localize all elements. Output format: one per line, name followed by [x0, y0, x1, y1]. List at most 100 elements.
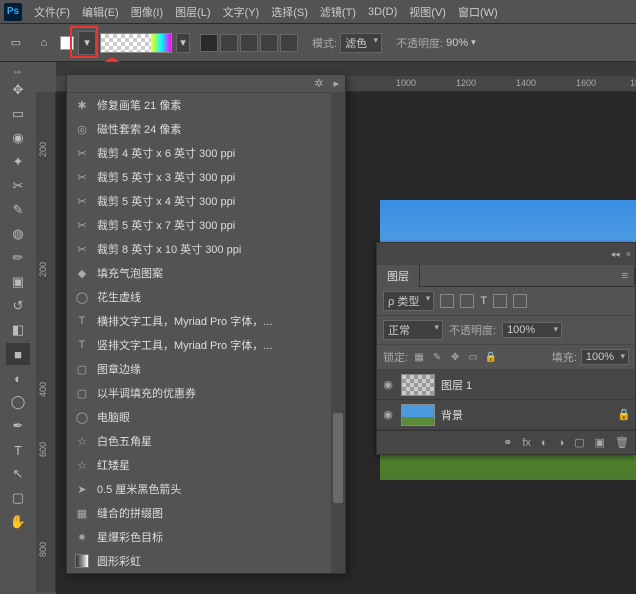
- preset-item[interactable]: T竖排文字工具，Myriad Pro 字体，...: [67, 333, 345, 357]
- preset-item[interactable]: ☆白色五角星: [67, 429, 345, 453]
- gear-icon[interactable]: ✲: [314, 77, 323, 90]
- filter-pixel-icon[interactable]: [440, 294, 454, 308]
- preset-item[interactable]: ✂裁剪 5 英寸 x 3 英寸 300 ppi: [67, 165, 345, 189]
- link-icon[interactable]: ⚭: [503, 436, 512, 449]
- mask-icon[interactable]: ◐: [541, 437, 548, 449]
- opacity-value[interactable]: 90%: [446, 37, 468, 49]
- gradient-preset-dropdown[interactable]: ▾: [78, 31, 96, 55]
- linear-gradient[interactable]: [200, 34, 218, 52]
- layer-item[interactable]: ◉ 图层 1: [377, 370, 635, 400]
- lock-position-icon[interactable]: ✎: [430, 350, 444, 364]
- menu-select[interactable]: 选择(S): [265, 1, 314, 23]
- blend-mode-select[interactable]: 正常: [383, 320, 443, 340]
- gradient-swatch[interactable]: [60, 36, 74, 50]
- history-brush-tool[interactable]: ↺: [6, 295, 30, 317]
- menu-type[interactable]: 文字(Y): [217, 1, 266, 23]
- preset-item[interactable]: ▢以半调填充的优惠券: [67, 381, 345, 405]
- lock-all-icon[interactable]: 🔒: [484, 350, 498, 364]
- menu-filter[interactable]: 滤镜(T): [314, 1, 362, 23]
- radial-gradient[interactable]: [220, 34, 238, 52]
- dodge-tool[interactable]: ◯: [6, 391, 30, 413]
- layer-item[interactable]: ◉ 背景 🔒: [377, 400, 635, 430]
- gradient-tool[interactable]: ■: [6, 343, 30, 365]
- visibility-icon[interactable]: ◉: [381, 378, 395, 391]
- fill-value[interactable]: 100%: [581, 349, 629, 365]
- blur-tool[interactable]: ◐: [6, 367, 30, 389]
- layer-thumbnail[interactable]: [401, 404, 435, 426]
- blend-mode-select[interactable]: 滤色: [340, 33, 382, 53]
- preset-item[interactable]: ▢图章边缘: [67, 357, 345, 381]
- menu-view[interactable]: 视图(V): [403, 1, 452, 23]
- move-tool[interactable]: ✥: [6, 79, 30, 101]
- crop-tool[interactable]: ✂: [6, 175, 30, 197]
- group-icon[interactable]: ▢: [574, 436, 584, 449]
- chevron-down-icon[interactable]: ▾: [471, 37, 476, 48]
- lasso-tool[interactable]: ◉: [6, 127, 30, 149]
- brush-tool[interactable]: ✏: [6, 247, 30, 269]
- lock-pixels-icon[interactable]: ▦: [412, 350, 426, 364]
- preset-item[interactable]: ✂裁剪 5 英寸 x 4 英寸 300 ppi: [67, 189, 345, 213]
- menu-3d[interactable]: 3D(D): [362, 3, 403, 21]
- preset-list[interactable]: ✱修复画笔 21 像素 ◎磁性套索 24 像素 ✂裁剪 4 英寸 x 6 英寸 …: [67, 93, 345, 573]
- layer-name[interactable]: 背景: [441, 407, 611, 423]
- gradient-preview[interactable]: [100, 33, 172, 53]
- toolbar-collapse[interactable]: ▸▸: [0, 66, 36, 78]
- preset-item[interactable]: ✂裁剪 8 英寸 x 10 英寸 300 ppi: [67, 237, 345, 261]
- preset-item[interactable]: ✂裁剪 5 英寸 x 7 英寸 300 ppi: [67, 213, 345, 237]
- preset-item[interactable]: ✱修复画笔 21 像素: [67, 93, 345, 117]
- angle-gradient[interactable]: [240, 34, 258, 52]
- gradient-picker-dropdown[interactable]: ▾: [176, 33, 190, 53]
- layer-opacity-value[interactable]: 100%: [502, 322, 562, 338]
- filter-smart-icon[interactable]: [513, 294, 527, 308]
- trash-icon[interactable]: 🗑: [615, 436, 629, 449]
- visibility-icon[interactable]: ◉: [381, 408, 395, 421]
- menu-layer[interactable]: 图层(L): [169, 1, 216, 23]
- preset-item[interactable]: ➤0.5 厘米黑色箭头: [67, 477, 345, 501]
- preset-item[interactable]: ▦缝合的拼缀图: [67, 501, 345, 525]
- filter-adjust-icon[interactable]: [460, 294, 474, 308]
- lock-move-icon[interactable]: ✥: [448, 350, 462, 364]
- preset-item[interactable]: ◯花生虚线: [67, 285, 345, 309]
- collapse-icon[interactable]: ◂◂: [611, 249, 620, 260]
- preset-item[interactable]: ✷星爆彩色目标: [67, 525, 345, 549]
- layer-filter-select[interactable]: ρ 类型: [383, 291, 434, 311]
- eraser-tool[interactable]: ◧: [6, 319, 30, 341]
- shape-tool[interactable]: ▢: [6, 487, 30, 509]
- diamond-gradient[interactable]: [280, 34, 298, 52]
- preset-item-selected[interactable]: 圆形彩虹: [67, 549, 345, 573]
- adjustment-icon[interactable]: ◑: [558, 437, 565, 449]
- preset-item[interactable]: ◆填充气泡图案: [67, 261, 345, 285]
- stamp-tool[interactable]: ▣: [6, 271, 30, 293]
- filter-type-icon[interactable]: T: [480, 295, 487, 307]
- menu-edit[interactable]: 编辑(E): [76, 1, 125, 23]
- close-icon[interactable]: ×: [626, 249, 631, 259]
- wand-tool[interactable]: ✦: [6, 151, 30, 173]
- flyout-icon[interactable]: ▸: [333, 77, 339, 90]
- eyedropper-tool[interactable]: ✎: [6, 199, 30, 221]
- pen-tool[interactable]: ✒: [6, 415, 30, 437]
- reflected-gradient[interactable]: [260, 34, 278, 52]
- menu-image[interactable]: 图像(I): [125, 1, 169, 23]
- layer-thumbnail[interactable]: [401, 374, 435, 396]
- scrollbar[interactable]: [331, 93, 345, 573]
- marquee-tool[interactable]: ▭: [6, 103, 30, 125]
- layers-tab[interactable]: 图层: [377, 265, 420, 287]
- filter-shape-icon[interactable]: [493, 294, 507, 308]
- tool-preset-icon[interactable]: ▭: [4, 31, 28, 55]
- preset-item[interactable]: ◎磁性套索 24 像素: [67, 117, 345, 141]
- menu-file[interactable]: 文件(F): [28, 1, 76, 23]
- hand-tool[interactable]: ✋: [6, 511, 30, 533]
- app-logo[interactable]: Ps: [4, 3, 22, 21]
- preset-item[interactable]: ◯电脑眼: [67, 405, 345, 429]
- heal-tool[interactable]: ◍: [6, 223, 30, 245]
- lock-artboard-icon[interactable]: ▭: [466, 350, 480, 364]
- preset-item[interactable]: T横排文字工具，Myriad Pro 字体，...: [67, 309, 345, 333]
- preset-item[interactable]: ✂裁剪 4 英寸 x 6 英寸 300 ppi: [67, 141, 345, 165]
- new-layer-icon[interactable]: ▣: [595, 436, 605, 449]
- layer-name[interactable]: 图层 1: [441, 377, 631, 393]
- home-icon[interactable]: ⌂: [32, 31, 56, 55]
- scrollbar-thumb[interactable]: [333, 413, 343, 503]
- preset-item[interactable]: ☆红矮星: [67, 453, 345, 477]
- menu-window[interactable]: 窗口(W): [452, 1, 504, 23]
- type-tool[interactable]: T: [6, 439, 30, 461]
